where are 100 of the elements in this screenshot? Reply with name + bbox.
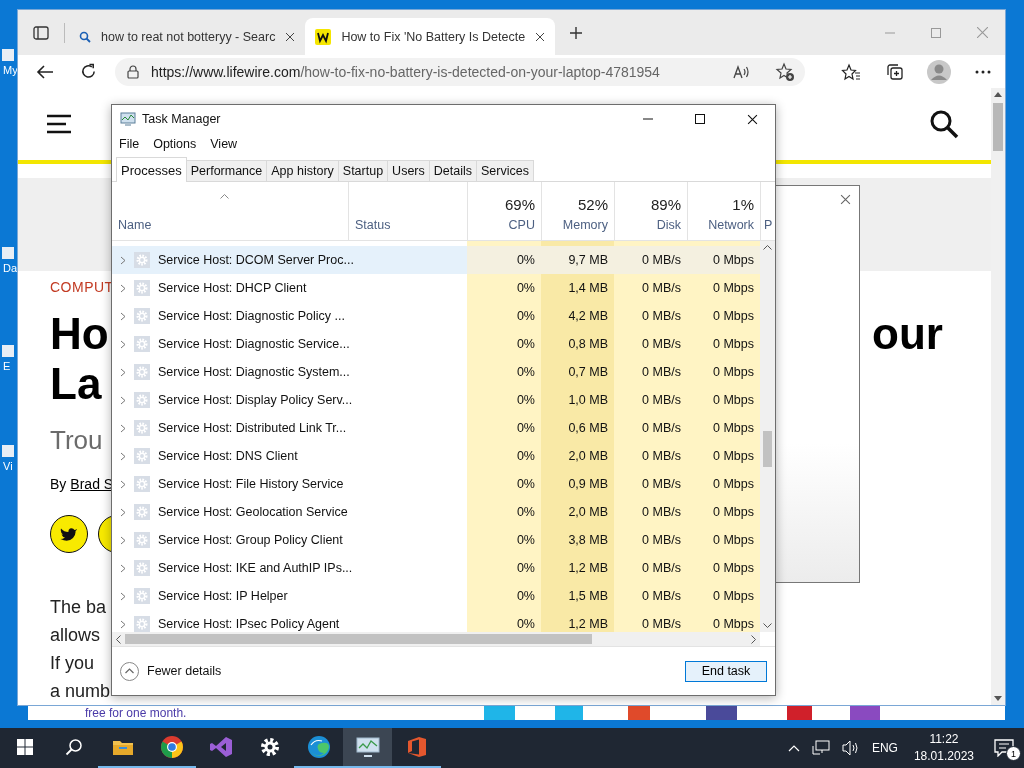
tab[interactable]: App history	[266, 160, 339, 181]
language-indicator[interactable]: ENG	[871, 741, 898, 755]
tab[interactable]: Processes	[116, 157, 187, 182]
column-header[interactable]: Memory	[562, 218, 608, 232]
scrollbar[interactable]	[112, 632, 760, 646]
process-row[interactable]: Service Host: IKE and AuthIP IPs...	[112, 554, 467, 582]
column-header[interactable]: Status	[355, 218, 461, 232]
search-icon[interactable]	[929, 108, 959, 139]
fewer-details-link[interactable]: Fewer details	[147, 664, 222, 678]
back-icon[interactable]	[36, 63, 54, 80]
tab[interactable]: Details	[428, 160, 477, 181]
chevron-icon[interactable]	[120, 367, 126, 377]
scroll-up-icon[interactable]	[763, 245, 772, 250]
process-row[interactable]: Service Host: IPsec Policy Agent	[112, 610, 467, 632]
process-row[interactable]: Service Host: DHCP Client	[112, 274, 467, 302]
chevron-icon[interactable]	[120, 311, 126, 321]
chevron-icon[interactable]	[120, 591, 126, 601]
avatar-icon[interactable]	[927, 59, 951, 84]
volume-icon[interactable]	[841, 740, 860, 756]
plus-icon[interactable]	[569, 25, 584, 40]
menu-item[interactable]: Options	[153, 137, 197, 151]
menu-icon[interactable]	[46, 113, 72, 134]
process-row[interactable]: Service Host: Distributed Link Tr...	[112, 414, 467, 442]
process-row[interactable]: Service Host: Diagnostic Policy ...	[112, 302, 467, 330]
process-row[interactable]: Service Host: Diagnostic Service...	[112, 330, 467, 358]
scroll-right-icon[interactable]	[751, 634, 756, 644]
refresh-icon[interactable]	[80, 63, 97, 80]
process-row[interactable]: Service Host: IP Helper	[112, 582, 467, 610]
door-logo-icon	[406, 736, 427, 758]
column-header[interactable]: Name	[118, 218, 342, 232]
column-header[interactable]: Disk	[656, 218, 681, 232]
file-icon[interactable]	[0, 344, 16, 358]
collections-icon[interactable]	[886, 62, 904, 81]
process-row[interactable]: Service Host: Display Policy Serv...	[112, 386, 467, 414]
more-icon[interactable]	[975, 69, 991, 74]
process-row[interactable]: Service Host: File History Service	[112, 470, 467, 498]
file-icon[interactable]	[0, 246, 16, 260]
end-task-button[interactable]: End task	[685, 660, 767, 682]
menu-item[interactable]: File	[119, 137, 140, 151]
read-aloud-icon[interactable]	[732, 63, 750, 80]
chevron-icon[interactable]	[120, 283, 126, 293]
table-cell: 1,2 MB	[541, 610, 614, 632]
clock[interactable]: 11:22 18.01.2023	[903, 728, 984, 768]
notifications-icon[interactable]	[994, 739, 1014, 757]
process-row[interactable]: Service Host: Group Policy Client	[112, 526, 467, 554]
browser-tab[interactable]: how to reat not botteryy - Searc	[69, 18, 306, 55]
add-favorite-icon[interactable]	[775, 61, 795, 82]
window-title: Task Manager	[142, 112, 221, 126]
tab[interactable]: Users	[387, 160, 430, 181]
chevron-icon[interactable]	[120, 255, 126, 265]
scrollbar[interactable]	[760, 241, 775, 632]
address-field[interactable]: https://www.lifewire.com/how-to-fix-no-battery-is-detected-on-your-laptop-4781954	[115, 57, 805, 86]
desktop-icon-label[interactable]: E	[0, 360, 11, 372]
chevron-icon[interactable]	[120, 619, 126, 629]
chevron-icon[interactable]	[120, 563, 126, 573]
taskbar-button[interactable]	[343, 728, 392, 768]
chevron-icon[interactable]	[120, 451, 126, 461]
chevron-up-icon[interactable]	[787, 744, 800, 752]
paragraph-line: allows	[50, 624, 101, 647]
process-row[interactable]: Service Host: DCOM Server Proc...	[112, 246, 467, 274]
network-icon[interactable]	[811, 740, 830, 756]
browser-tab[interactable]: How to Fix 'No Battery Is Detecte	[305, 18, 556, 55]
favorites-icon[interactable]	[841, 62, 861, 81]
share-button[interactable]	[50, 515, 88, 553]
tab[interactable]: Services	[476, 160, 534, 181]
chevron-icon[interactable]	[120, 535, 126, 545]
tabs-icon[interactable]	[33, 24, 49, 41]
chevron-icon[interactable]	[120, 479, 126, 489]
sort-caret-icon[interactable]	[220, 194, 229, 199]
maximize-icon[interactable]	[695, 114, 705, 124]
menu-item[interactable]: View	[210, 137, 238, 151]
close-icon[interactable]	[746, 113, 758, 125]
chevron-icon[interactable]	[120, 339, 126, 349]
scrollbar[interactable]	[991, 88, 1005, 705]
chevron-icon[interactable]	[120, 423, 126, 433]
collapse-icon[interactable]	[120, 661, 139, 681]
scroll-up-icon[interactable]	[994, 92, 1002, 97]
tab[interactable]: Performance	[185, 160, 268, 181]
desktop-icon-label[interactable]: Vi	[0, 460, 13, 472]
desktop-icon-label[interactable]: My	[0, 64, 18, 76]
scroll-down-icon[interactable]	[763, 623, 772, 628]
column-header[interactable]: P	[764, 218, 773, 232]
tab[interactable]: Startup	[337, 160, 389, 181]
column-header[interactable]: CPU	[508, 218, 535, 232]
column-header[interactable]: Network	[708, 218, 754, 232]
scrollbar-thumb[interactable]	[993, 103, 1003, 151]
scrollbar-thumb[interactable]	[763, 431, 772, 467]
close-icon[interactable]	[535, 31, 546, 42]
chevron-icon[interactable]	[120, 395, 126, 405]
process-row[interactable]: Service Host: Diagnostic System...	[112, 358, 467, 386]
file-icon[interactable]	[0, 48, 16, 62]
process-row[interactable]: Service Host: DNS Client	[112, 442, 467, 470]
scroll-left-icon[interactable]	[116, 634, 121, 644]
desktop-icon-label[interactable]: Da	[0, 262, 18, 274]
scroll-down-icon[interactable]	[994, 696, 1002, 701]
close-icon[interactable]	[285, 31, 296, 42]
chevron-icon[interactable]	[120, 507, 126, 517]
process-row[interactable]: Service Host: Geolocation Service	[112, 498, 467, 526]
scrollbar-thumb[interactable]	[125, 634, 592, 644]
file-icon[interactable]	[0, 444, 16, 458]
